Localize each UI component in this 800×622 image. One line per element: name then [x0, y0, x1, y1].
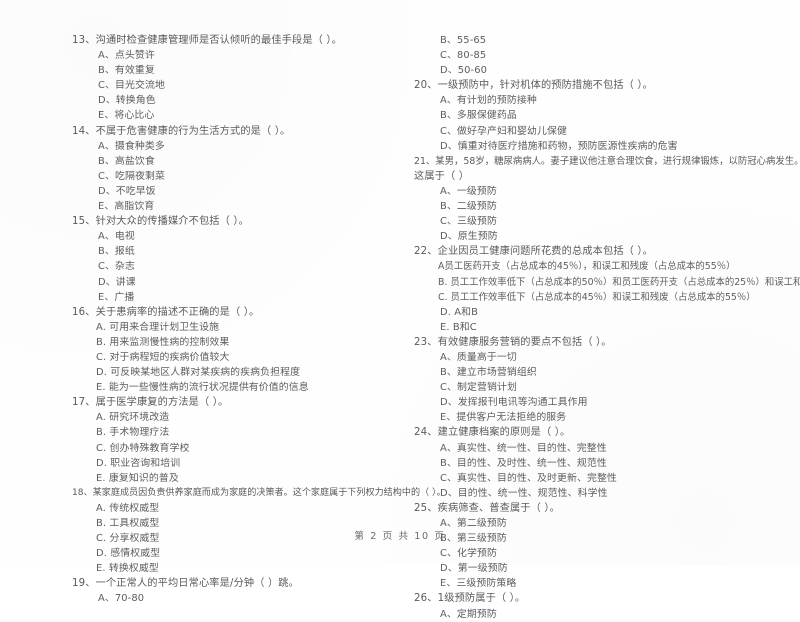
option-item: C、吃隔夜剩菜	[98, 170, 165, 182]
option-item: C. 员工工作效率低下（占总成本的45％）和误工和残废（占总成本的55％）	[438, 291, 756, 303]
option-item: E、将心比心	[98, 110, 155, 122]
question-stem: 26、1级预防属于（ ）。	[414, 593, 526, 605]
option-item: A、真实性、统一性、目的性、完整性	[440, 442, 607, 454]
question-21: 21、某男，58岁，糖尿病病人。妻子建议他注意合理饮食，进行规律锻炼，以防冠心病…	[414, 154, 800, 245]
option-item: E. 转换权威型	[96, 563, 159, 575]
option-item: D、转换角色	[98, 95, 156, 107]
option-item: B、目的性、及时性、统一性、规范性	[440, 457, 607, 469]
option-item: A、一级预防	[440, 185, 497, 197]
question-20: 20、一级预防中，针对机体的预防措施不包括（ ）。 A、有计划的预防接种 B、多…	[414, 78, 794, 153]
option-item: B、报纸	[98, 246, 135, 258]
option-item: C、80-85	[440, 50, 487, 62]
question-14: 14、不属于危害健康的行为生活方式的是（ ）。 A、摄食种类多 B、高盐饮食 C…	[72, 124, 394, 215]
question-24: 24、建立健康档案的原则是（ ）。 A、真实性、统一性、目的性、完整性 B、目的…	[414, 425, 794, 500]
option-item: D、不吃早饭	[98, 185, 156, 197]
question-stem: 14、不属于危害健康的行为生活方式的是（ ）。	[72, 125, 291, 137]
question-23: 23、有效健康服务营销的要点不包括（ ）。 A、质量高于一切 B、建立市场营销组…	[414, 335, 794, 426]
option-item: A. 传统权威型	[96, 502, 160, 514]
option-item: D、慎重对待医疗措施和药物，预防医源性疾病的危害	[440, 140, 678, 152]
option-item: C、化学预防	[440, 548, 497, 560]
option-item: D. 可反映某地区人群对某疾病的疾病负担程度	[96, 367, 301, 379]
option-item: B. 手术物理疗法	[96, 427, 170, 439]
question-stem: 23、有效健康服务营销的要点不包括（ ）。	[414, 336, 612, 348]
option-item: A员工医药开支（占总成本的45％），和误工和残废（占总成本的55％）	[438, 261, 736, 273]
question-stem: 16、关于患病率的描述不正确的是（ ）。	[72, 306, 260, 318]
option-item: C、目光交流地	[98, 80, 165, 92]
question-stem: 24、建立健康档案的原则是（ ）。	[414, 427, 571, 439]
question-stem: 19、一个正常人的平均日常心率是/分钟（ ）跳。	[72, 578, 299, 590]
question-13: 13、沟通时检查健康管理师是否认倾听的最佳手段是（ ）。 A、点头赞许 B、有效…	[72, 33, 394, 124]
option-item: E. 能为一些慢性病的流行状况提供有价值的信息	[96, 382, 309, 394]
option-item: C. 对于病程短的疾病价值较大	[96, 351, 230, 363]
option-item: D. A和B	[440, 306, 479, 318]
question-stem: 18、某家庭成员因负责供养家庭而成为家庭的决策者。这个家庭属于下列权力结构中的（…	[72, 487, 446, 498]
exam-paper-page: 13、沟通时检查健康管理师是否认倾听的最佳手段是（ ）。 A、点头赞许 B、有效…	[0, 0, 800, 620]
option-item: B、有效重复	[98, 65, 155, 77]
page-footer: 第 2 页 共 10 页	[354, 531, 446, 542]
option-item: B. 员工工作效率低下（占总成本的50％）和员工医药开支（占总成本的25％）和误…	[438, 276, 800, 288]
option-item: A、有计划的预防接种	[440, 95, 537, 107]
question-stem: 17、属于医学康复的方法是（ ）。	[72, 397, 229, 409]
option-item: A、质量高于一切	[440, 351, 517, 363]
question-19-continued: B、55-65 C、80-85 D、50-60	[414, 33, 794, 78]
option-item: D. 职业咨询和培训	[96, 457, 181, 469]
option-item: B、55-65	[440, 35, 487, 46]
option-item: A. 可用来合理计划卫生设施	[96, 321, 220, 333]
option-item: D、50-60	[440, 65, 488, 77]
question-25: 25、疾病筛查、普查属于（ ）。 A、第二级预防 B、第三级预防 C、化学预防 …	[414, 501, 794, 592]
option-item: A、电视	[98, 231, 135, 243]
option-item: C、三级预防	[440, 216, 497, 228]
option-item: C、制定营销计划	[440, 382, 517, 394]
option-item: B. 用来监测慢性病的控制效果	[96, 336, 230, 348]
option-item: D. 感情权威型	[96, 548, 161, 560]
option-item: A、70-80	[98, 593, 145, 605]
option-item: E. 康复知识的普及	[96, 472, 179, 484]
option-item: D、目的性、统一性、规范性、科学性	[440, 487, 608, 499]
option-item: C、真实性、目的性、及时更新、完整性	[440, 472, 617, 484]
option-item: E、三级预防策略	[440, 578, 517, 590]
option-item: D、讲课	[98, 276, 136, 288]
option-item: C. 创办特殊教育学校	[96, 442, 190, 454]
option-item: D、原生预防	[440, 231, 498, 243]
option-item: B、二级预防	[440, 201, 497, 213]
option-item: C、杂志	[98, 261, 136, 273]
option-item: B、高盐饮食	[98, 155, 155, 167]
question-22: 22、企业因员工健康问题所花费的总成本包括（ ）。 A员工医药开支（占总成本的4…	[414, 244, 800, 335]
option-item: A、定期预防	[440, 608, 497, 620]
question-stem: 13、沟通时检查健康管理师是否认倾听的最佳手段是（ ）。	[72, 35, 342, 46]
question-17: 17、属于医学康复的方法是（ ）。 A. 研究环境改造 B. 手术物理疗法 C.…	[72, 395, 394, 486]
question-stem: 20、一级预防中，针对机体的预防措施不包括（ ）。	[414, 80, 653, 92]
question-15: 15、针对大众的传播媒介不包括（ ）。 A、电视 B、报纸 C、杂志 D、讲课 …	[72, 214, 394, 305]
option-item: E、广播	[98, 291, 135, 303]
question-16: 16、关于患病率的描述不正确的是（ ）。 A. 可用来合理计划卫生设施 B. 用…	[72, 305, 394, 396]
option-item: C、做好孕产妇和婴幼儿保健	[440, 125, 567, 137]
option-item: D、发挥报刊电讯等沟通工具作用	[440, 397, 588, 409]
option-item: B、建立市场营销组织	[440, 367, 537, 379]
option-item: A、摄食种类多	[98, 140, 165, 152]
question-stem: 25、疾病筛查、普查属于（ ）。	[414, 502, 560, 514]
option-item: A. 研究环境改造	[96, 412, 170, 424]
option-item: A、点头赞许	[98, 50, 155, 62]
question-19: 19、一个正常人的平均日常心率是/分钟（ ）跳。 A、70-80	[72, 576, 394, 606]
question-stem: 15、针对大众的传播媒介不包括（ ）。	[72, 216, 249, 228]
question-stem: 22、企业因员工健康问题所花费的总成本包括（ ）。	[414, 246, 653, 258]
option-item: E、提供客户无法拒绝的服务	[440, 412, 567, 424]
option-item: B、多服保健药品	[440, 110, 517, 122]
question-stem-line2: 这属于（ ）	[414, 170, 470, 182]
question-26: 26、1级预防属于（ ）。 A、定期预防	[414, 591, 794, 621]
option-item: E. B和C	[440, 321, 477, 333]
option-item: D、第一级预防	[440, 563, 508, 575]
option-item: E、高脂饮育	[98, 201, 155, 213]
question-stem: 21、某男，58岁，糖尿病病人。妻子建议他注意合理饮食，进行规律锻炼，以防冠心病…	[414, 155, 800, 167]
